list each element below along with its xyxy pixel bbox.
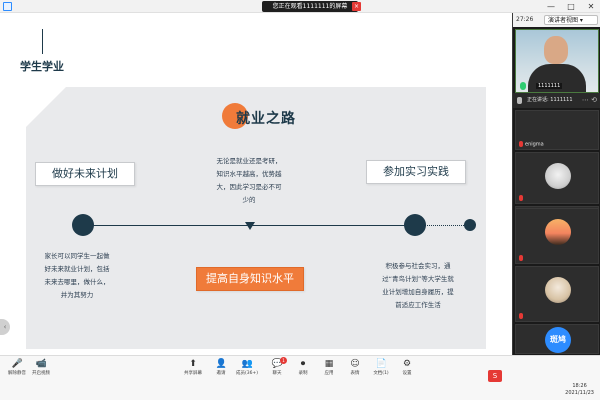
start-video-button[interactable]: 📹 开启视频 <box>26 359 56 381</box>
participant-name <box>519 254 525 262</box>
docs-icon: 📄 <box>375 359 387 369</box>
stop-viewing-button[interactable]: × <box>352 2 361 11</box>
members-button[interactable]: 👥 成员(36+) <box>232 359 262 381</box>
avatar-text: 斑鸠 <box>545 327 571 353</box>
share-screen-button[interactable]: ⬆ 共享屏幕 <box>178 359 208 381</box>
note-internship: 积极参与社会实习，通过“青鸟计划”等大学生就业计划增加自身履历，提前适应工作生活 <box>382 262 454 309</box>
strip-header: 27:26 演讲者视图 ▾ <box>513 13 600 27</box>
app-grid-icon: ▦ <box>324 359 334 369</box>
settings-button[interactable]: ⚙ 设置 <box>392 359 422 381</box>
meeting-timer: 27:26 <box>516 16 534 23</box>
label-plan-future: 做好未来计划 <box>35 162 135 186</box>
speaking-actions[interactable]: ⋯ ⟲ <box>582 93 597 108</box>
participant-tile[interactable] <box>515 208 599 264</box>
speaker-video[interactable]: 1111111 <box>515 29 599 93</box>
record-icon: ⏺ <box>300 359 306 369</box>
mic-icon <box>517 97 522 104</box>
timeline-node-start <box>72 214 94 236</box>
participant-name: enigma <box>519 140 544 147</box>
maximize-button[interactable]: □ <box>566 1 576 12</box>
muted-mic-icon <box>519 312 523 319</box>
close-button[interactable]: ✕ <box>586 1 596 12</box>
minimize-button[interactable]: — <box>546 1 556 12</box>
label-improve-knowledge: 提高自身知识水平 <box>196 267 304 291</box>
layout-view-button[interactable]: 演讲者视图 ▾ <box>544 15 598 25</box>
participant-tile[interactable]: 斑鸠 <box>515 324 599 354</box>
speaking-label: 正在讲话: 1111111 <box>527 97 573 103</box>
timeline-node-end <box>404 214 426 236</box>
app-icon <box>3 2 12 11</box>
speaking-indicator: 正在讲话: 1111111 ⋯ ⟲ <box>513 93 600 108</box>
note-plan: 家长可以同学生一起做好未来就业计划，包括未来去哪里，做什么，并为其努力 <box>44 252 110 299</box>
brand-divider <box>42 29 43 54</box>
video-icon: 📹 <box>35 359 47 369</box>
muted-mic-icon <box>519 254 523 261</box>
system-tray: S 18:26 2021/11/23 <box>488 370 598 400</box>
window-controls: — □ ✕ <box>546 1 596 12</box>
members-icon: 👥 <box>241 359 253 369</box>
invite-icon: 👤 <box>215 359 227 369</box>
speaker-head <box>544 36 568 64</box>
avatar-sunset <box>545 219 571 245</box>
slide-title: 就业之路 <box>236 111 296 127</box>
ime-icon[interactable]: S <box>488 370 502 382</box>
meeting-toolbar: 🎤 解除静音 📹 开启视频 ⬆ 共享屏幕 👤 邀请 👥 成员(36+) 💬 1 聊天 ⏺ 录制 … <box>0 355 600 400</box>
collapse-left-tab[interactable]: ‹ <box>0 319 10 335</box>
slide-brand: 学生学业 <box>20 60 64 73</box>
avatar-cat <box>545 163 571 189</box>
share-icon: ⬆ <box>189 359 197 369</box>
participant-name <box>519 194 525 202</box>
mic-icon: 🎤 <box>11 359 23 369</box>
participant-tile[interactable] <box>515 266 599 322</box>
shared-slide: 学生学业 就业之路 做好未来计划 参加实习实践 无论是就业还是考研，知识水平越高… <box>0 13 512 355</box>
system-clock: 18:26 2021/11/23 <box>565 383 594 396</box>
mic-active-icon <box>520 82 526 90</box>
timeline-marker-triangle <box>245 222 255 230</box>
chat-badge: 1 <box>280 357 287 364</box>
screen-share-banner: 您正在观看1111111的屏幕 <box>262 1 358 12</box>
window-titlebar: 您正在观看1111111的屏幕 × — □ ✕ <box>0 0 600 13</box>
muted-mic-icon <box>519 140 523 147</box>
participant-tile[interactable]: enigma <box>515 110 599 150</box>
reaction-icon: ☺ <box>350 359 360 369</box>
muted-mic-icon <box>519 194 523 201</box>
speaker-video-name: 1111111 <box>536 83 563 89</box>
label-internship: 参加实习实践 <box>366 160 466 184</box>
settings-icon: ⚙ <box>402 359 412 369</box>
timeline-node-future <box>464 219 476 231</box>
participant-name <box>519 312 525 320</box>
participant-tile[interactable] <box>515 152 599 204</box>
avatar-girl <box>545 277 571 303</box>
note-knowledge: 无论是就业还是考研，知识水平越高，优势越大，因此学习是必不可少的 <box>216 157 282 204</box>
participant-strip: 27:26 演讲者视图 ▾ 1111111 正在讲话: 1111111 ⋯ ⟲ … <box>512 13 600 355</box>
